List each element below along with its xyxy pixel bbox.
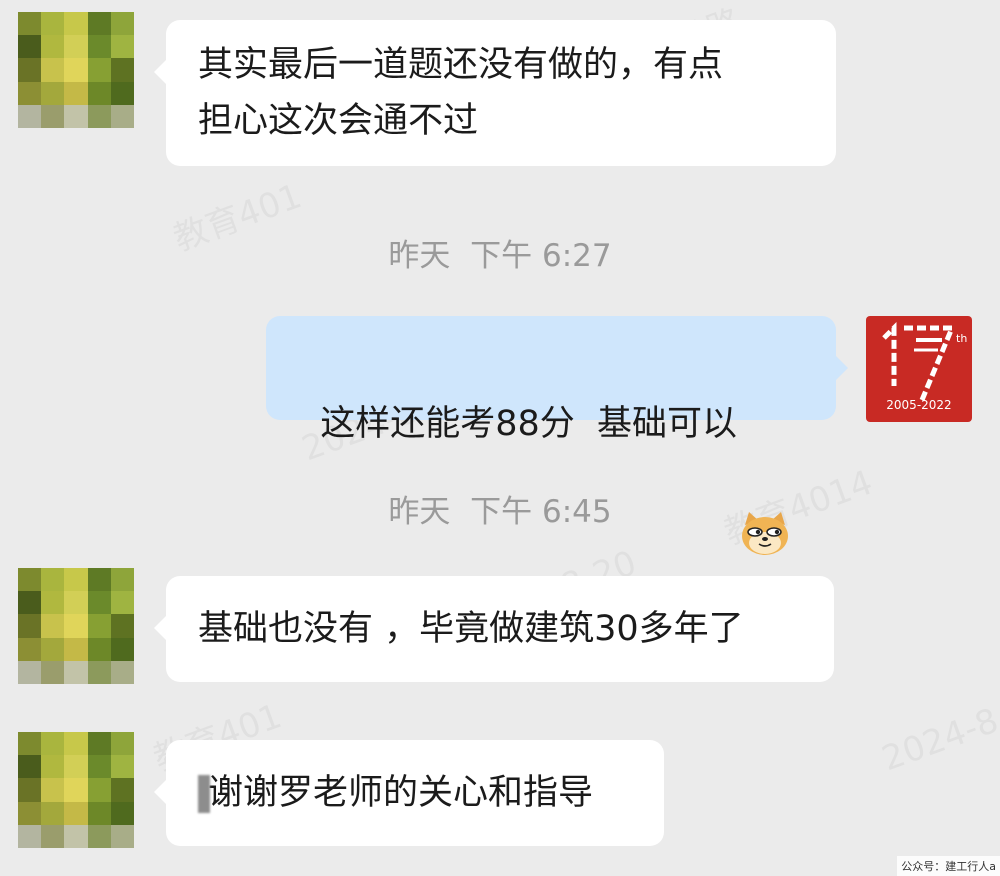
message-bubble[interactable]: 这样还能考88分 基础可以 [266,316,848,555]
blur-mark [198,775,210,813]
self-avatar[interactable]: th 2005-2022 [866,316,972,422]
message-bubble[interactable]: 其实最后一道题还没有做的，有点 担心这次会通不过 [154,20,836,166]
timestamp: 昨天 下午 6:45 [388,494,612,530]
message-text: 其实最后一道题还没有做的，有点 [198,45,724,85]
message-text: 这样还能考88分 基础可以 [320,404,738,444]
message-text: 基础也没有 ，毕竟做建筑30多年了 [198,609,744,649]
message-bubble[interactable]: 基础也没有 ，毕竟做建筑30多年了 [154,576,834,682]
timestamp: 昨天 下午 6:27 [388,238,612,274]
years-label: 2005-2022 [886,398,952,412]
contact-avatar[interactable] [18,732,134,848]
contact-avatar[interactable] [18,568,134,684]
message-text: 谢谢罗老师的关心和指导 [198,765,632,821]
footer-credit: 公众号：建工行人a [897,856,1000,876]
message-bubble[interactable]: 谢谢罗老师的关心和指导 [154,740,664,846]
contact-avatar[interactable] [18,12,134,128]
watermark: 2024-8 [877,701,1000,780]
doge-cat-emoji [739,399,791,555]
svg-text:th: th [956,332,967,345]
message-text: 担心这次会通不过 [198,101,479,141]
